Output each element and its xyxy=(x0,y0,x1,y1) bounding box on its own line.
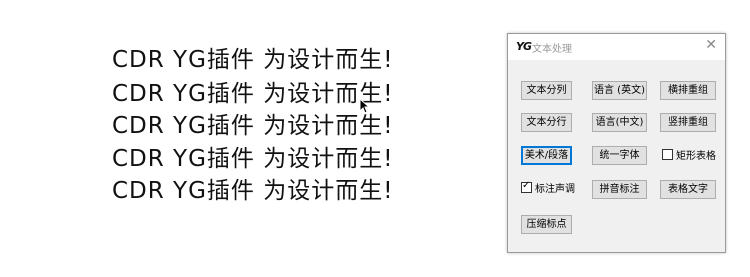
text-line: CDR YG插件 为设计而生! xyxy=(112,47,394,73)
rect-table-label: 矩形表格 xyxy=(676,151,716,162)
text-processing-panel: YG 文本处理 ✕ 文本分列 语言 (英文) 横排重组 文本分行 语言(中文) … xyxy=(507,33,726,253)
panel-titlebar[interactable]: YG 文本处理 ✕ xyxy=(508,34,725,60)
annotate-tone-label: 标注声调 xyxy=(535,184,575,195)
text-line: CDR YG插件 为设计而生! xyxy=(112,113,394,139)
art-paragraph-button[interactable]: 美术/段落 xyxy=(521,146,572,165)
panel-title: 文本处理 xyxy=(532,44,572,55)
yg-logo: YG xyxy=(516,40,532,53)
checkbox-box[interactable]: ✓ xyxy=(521,180,532,193)
checkbox-box[interactable] xyxy=(662,149,673,160)
split-text-button[interactable]: 文本分列 xyxy=(521,81,572,100)
vertical-regroup-button[interactable]: 竖排重组 xyxy=(660,113,716,132)
table-text-button[interactable]: 表格文字 xyxy=(660,180,716,199)
rect-table-checkbox[interactable]: 矩形表格 xyxy=(662,149,716,163)
unify-font-button[interactable]: 统一字体 xyxy=(592,146,647,165)
split-lines-button[interactable]: 文本分行 xyxy=(521,113,572,132)
pinyin-annotation-button[interactable]: 拼音标注 xyxy=(592,180,647,199)
close-icon[interactable]: ✕ xyxy=(705,37,717,53)
mouse-pointer-icon xyxy=(359,98,369,114)
canvas: CDR YG插件 为设计而生! CDR YG插件 为设计而生! CDR YG插件… xyxy=(0,0,750,277)
text-line: CDR YG插件 为设计而生! xyxy=(112,146,394,172)
text-line: CDR YG插件 为设计而生! xyxy=(112,81,394,107)
compress-punctuation-button[interactable]: 压缩标点 xyxy=(521,215,572,234)
language-cn-button[interactable]: 语言(中文) xyxy=(592,113,647,132)
annotate-tone-checkbox[interactable]: ✓ 标注声调 xyxy=(521,180,575,196)
checkmark-icon: ✓ xyxy=(522,180,531,191)
text-line: CDR YG插件 为设计而生! xyxy=(112,178,394,204)
language-en-button[interactable]: 语言 (英文) xyxy=(592,81,647,100)
horizontal-regroup-button[interactable]: 横排重组 xyxy=(660,81,716,100)
